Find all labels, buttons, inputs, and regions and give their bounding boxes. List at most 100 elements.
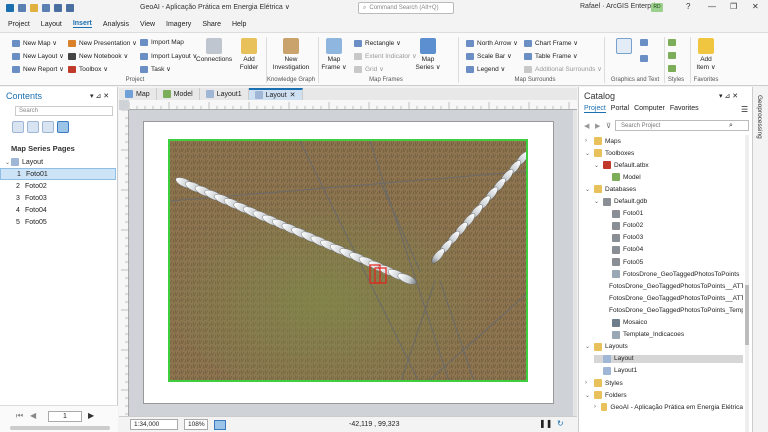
catalog-item[interactable]: ⌄ Default.atbx: [594, 161, 743, 170]
style-gallery-button-2[interactable]: [668, 52, 676, 59]
tab-imagery[interactable]: Imagery: [166, 21, 191, 28]
catalog-item[interactable]: Foto02: [603, 221, 743, 230]
new-presentation-button[interactable]: New Presentation ∨: [68, 39, 137, 47]
catalog-item[interactable]: Foto01: [603, 209, 743, 218]
north-arrow-button[interactable]: North Arrow ∨: [466, 39, 518, 47]
close-button[interactable]: ✕: [752, 2, 759, 11]
scale-input[interactable]: 1:34,000: [130, 419, 178, 430]
geoprocessing-side-tab[interactable]: Geoprocessing: [752, 87, 768, 432]
tab-analysis[interactable]: Analysis: [103, 21, 129, 28]
user-badge[interactable]: RD: [651, 3, 663, 12]
expand-icon[interactable]: ›: [585, 138, 591, 144]
catalog-item[interactable]: Template_Indicacoes: [603, 330, 743, 339]
catalog-item[interactable]: Foto04: [603, 245, 743, 254]
pane-options-icon[interactable]: ▾ ⊿ ✕: [90, 92, 109, 100]
add-folder-button[interactable]: Add Folder: [234, 38, 264, 72]
scale-bar-button[interactable]: Scale Bar ∨: [466, 52, 512, 60]
grid-button[interactable]: Grid ∨: [354, 65, 384, 73]
new-map-button[interactable]: New Map ∨: [12, 39, 57, 47]
catalog-item[interactable]: ⌄ Databases: [585, 185, 743, 194]
expand-icon[interactable]: ›: [594, 404, 598, 410]
catalog-item[interactable]: FotosDrone_GeoTaggedPhotosToPoints__ATTA: [603, 282, 743, 290]
catalog-item[interactable]: FotosDrone_GeoTaggedPhotosToPoints: [603, 270, 743, 279]
list-by-source-icon[interactable]: [27, 121, 39, 133]
map-series-page-item[interactable]: 3 Foto03: [0, 192, 116, 204]
catalog-item[interactable]: ⌄ Folders: [585, 391, 743, 400]
layout-view[interactable]: [119, 100, 577, 416]
tab-model[interactable]: Model: [156, 88, 200, 100]
map-frame-drone-photo[interactable]: [168, 139, 528, 382]
style-gallery-button[interactable]: [668, 39, 676, 46]
vertical-scrollbar[interactable]: [573, 110, 577, 416]
contents-search-input[interactable]: Search: [15, 106, 113, 116]
catalog-tab-favorites[interactable]: Favorites: [670, 105, 699, 113]
additional-surrounds-button[interactable]: Additional Surrounds ∨: [524, 65, 602, 73]
catalog-item[interactable]: Layout1: [594, 366, 743, 375]
map-series-page-item[interactable]: 5 Foto05: [0, 216, 116, 228]
map-series-page-item[interactable]: 4 Foto04: [0, 204, 116, 216]
new-layout-button[interactable]: New Layout ∨: [12, 52, 64, 60]
page-number-input[interactable]: 1: [48, 411, 82, 422]
catalog-tab-portal[interactable]: Portal: [611, 105, 629, 113]
catalog-item[interactable]: Layout: [594, 354, 743, 363]
scrollbar-thumb[interactable]: [745, 285, 749, 345]
catalog-item[interactable]: Foto05: [603, 258, 743, 266]
catalog-item[interactable]: ⌄ Toolboxes: [585, 149, 743, 158]
import-layout-button[interactable]: Import Layout ∨: [140, 52, 197, 60]
maximize-button[interactable]: ❐: [730, 2, 737, 11]
extent-indicator-button[interactable]: Extent Indicator ∨: [354, 52, 417, 60]
map-series-button[interactable]: Map Series ∨: [414, 38, 442, 72]
undo-icon[interactable]: [54, 4, 62, 12]
new-project-icon[interactable]: [18, 4, 26, 12]
tab-layout[interactable]: Layout: [41, 21, 62, 28]
graphic-shapes-button[interactable]: [640, 39, 648, 46]
list-map-series-pages-icon[interactable]: [57, 121, 69, 133]
expand-icon[interactable]: ⌄: [585, 392, 591, 399]
catalog-item[interactable]: ⌄ Default.gdb: [594, 197, 743, 206]
catalog-scrollbar[interactable]: [745, 135, 749, 432]
refresh-icon[interactable]: ↻: [557, 419, 564, 428]
import-map-button[interactable]: Import Map: [140, 39, 184, 46]
chart-frame-button[interactable]: Chart Frame ∨: [524, 39, 578, 47]
map-series-page-item[interactable]: 1 Foto01: [0, 168, 116, 180]
tab-project[interactable]: Project: [8, 21, 30, 28]
expand-icon[interactable]: ⌄: [585, 150, 591, 157]
rectangle-button[interactable]: Rectangle ∨: [354, 39, 401, 47]
toolbox-button[interactable]: Toolbox ∨: [68, 65, 108, 73]
tab-help[interactable]: Help: [232, 21, 246, 28]
forward-icon[interactable]: ▶: [595, 122, 600, 130]
new-notebook-button[interactable]: New Notebook ∨: [68, 52, 128, 60]
expand-icon[interactable]: ⌄: [585, 343, 591, 350]
catalog-tab-project[interactable]: Project: [584, 105, 606, 113]
catalog-item[interactable]: › Maps: [585, 137, 743, 145]
connections-button[interactable]: Connections: [196, 38, 232, 64]
tab-insert[interactable]: Insert: [72, 20, 92, 28]
layout-node[interactable]: ⌄ Layout: [0, 156, 116, 168]
menu-icon[interactable]: ☰: [741, 105, 748, 114]
save-icon[interactable]: [42, 4, 50, 12]
pause-drawing-icon[interactable]: ❚❚: [539, 419, 552, 428]
map-frame-button[interactable]: Map Frame ∨: [320, 38, 348, 72]
style-gallery-button-3[interactable]: [668, 65, 676, 72]
legend-button[interactable]: Legend ∨: [466, 65, 505, 73]
horizontal-scrollbar[interactable]: [10, 426, 110, 430]
expand-icon[interactable]: ⌄: [594, 198, 600, 205]
catalog-item[interactable]: FotosDrone_GeoTaggedPhotosToPoints__ATTA: [603, 294, 743, 302]
map-series-page-item[interactable]: 2 Foto02: [0, 180, 116, 192]
graphic-line-button[interactable]: [640, 55, 648, 62]
list-by-selection-icon[interactable]: [42, 121, 54, 133]
filter-icon[interactable]: ⊽: [606, 122, 611, 130]
redo-icon[interactable]: [66, 4, 74, 12]
catalog-item[interactable]: FotosDrone_GeoTaggedPhotosToPoints_Temp: [603, 306, 743, 314]
new-investigation-button[interactable]: New Investigation: [270, 38, 312, 72]
tab-layout1[interactable]: Layout1: [199, 88, 249, 100]
command-search-input[interactable]: ⌕ Command Search (Alt+Q): [358, 2, 454, 14]
tab-view[interactable]: View: [140, 21, 155, 28]
text-button[interactable]: [614, 38, 634, 56]
zoom-input[interactable]: 108%: [184, 419, 208, 430]
catalog-item[interactable]: Model: [603, 173, 743, 182]
next-page-icon[interactable]: ▶: [88, 411, 94, 420]
back-icon[interactable]: ◀: [584, 122, 589, 130]
catalog-item[interactable]: › Styles: [585, 379, 743, 387]
expand-icon[interactable]: ⌄: [585, 186, 591, 193]
